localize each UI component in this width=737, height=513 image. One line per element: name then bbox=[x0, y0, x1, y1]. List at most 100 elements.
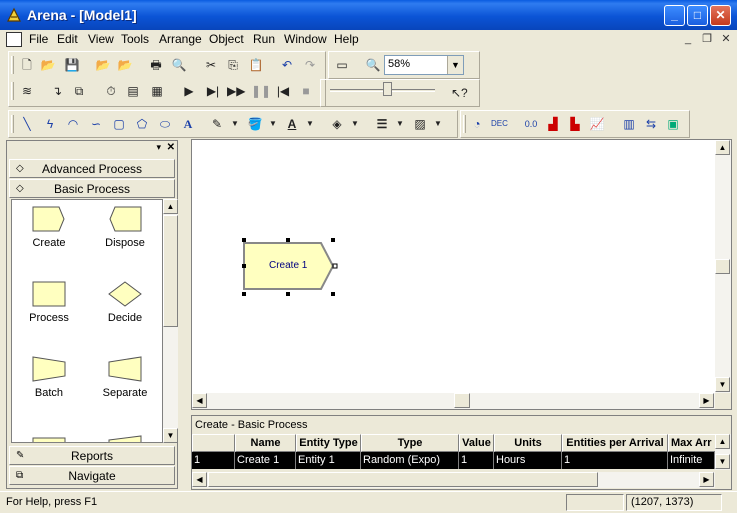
canvas-hscrollbar[interactable]: ◀ ▶ bbox=[192, 393, 715, 409]
column-header[interactable]: Type bbox=[361, 434, 459, 452]
table-cell[interactable]: 1 bbox=[192, 452, 235, 469]
mdi-minimize-button[interactable]: _ bbox=[680, 33, 696, 47]
chevron-down-icon[interactable]: ▼ bbox=[430, 116, 446, 132]
paste-icon[interactable]: 📋 bbox=[248, 57, 264, 73]
menu-help[interactable]: Help bbox=[334, 32, 359, 46]
connect-icon[interactable]: ↴ bbox=[49, 83, 65, 99]
layout-icon[interactable]: ▭ bbox=[334, 57, 350, 73]
scroll-left-icon[interactable]: ◀ bbox=[192, 472, 207, 487]
canvas-vscrollbar[interactable]: ▲ ▼ bbox=[715, 140, 731, 393]
station-icon[interactable]: ⇆ bbox=[643, 116, 659, 132]
panel-reports[interactable]: ✎ Reports bbox=[9, 446, 175, 465]
print-icon[interactable]: 🖶 bbox=[148, 57, 164, 73]
zoom-icon[interactable]: 🔍 bbox=[365, 57, 381, 73]
chevron-down-icon[interactable]: ▼ bbox=[347, 116, 363, 132]
table-cell[interactable]: 1 bbox=[459, 452, 494, 469]
column-header[interactable]: Units bbox=[494, 434, 562, 452]
menu-view[interactable]: View bbox=[88, 32, 114, 46]
close-button[interactable]: ✕ bbox=[710, 5, 731, 26]
minimize-button[interactable]: _ bbox=[664, 5, 685, 26]
variable-icon[interactable]: 0.0 bbox=[523, 116, 539, 132]
mdi-close-button[interactable]: ✕ bbox=[718, 33, 734, 47]
module-decide[interactable]: Decide bbox=[90, 281, 160, 324]
column-header[interactable]: Value bbox=[459, 434, 494, 452]
attach-icon[interactable]: 📂 bbox=[95, 57, 111, 73]
label-icon[interactable]: ▦ bbox=[149, 83, 165, 99]
scroll-up-icon[interactable]: ▲ bbox=[715, 434, 730, 449]
module-separate[interactable]: Separate bbox=[90, 356, 160, 399]
box-icon[interactable]: ▢ bbox=[111, 116, 127, 132]
scroll-left-icon[interactable]: ◀ bbox=[192, 393, 207, 408]
table-cell[interactable]: 1 bbox=[562, 452, 668, 469]
menu-object[interactable]: Object bbox=[209, 32, 244, 46]
mdi-restore-button[interactable]: ❐ bbox=[699, 33, 715, 47]
copy-icon[interactable]: ⎘ bbox=[225, 57, 241, 73]
fill-color-icon[interactable]: 🪣 bbox=[247, 116, 263, 132]
start-over-icon[interactable]: |◀ bbox=[275, 83, 291, 99]
plot-icon[interactable]: 📈 bbox=[589, 116, 605, 132]
zoom-select[interactable]: 58% ▼ bbox=[384, 55, 464, 75]
menu-window[interactable]: Window bbox=[284, 32, 327, 46]
layers-icon[interactable]: ≋ bbox=[19, 83, 35, 99]
scroll-right-icon[interactable]: ▶ bbox=[699, 472, 714, 487]
ellipse-icon[interactable]: ⬭ bbox=[157, 116, 173, 132]
scroll-thumb[interactable] bbox=[715, 259, 730, 274]
menu-arrange[interactable]: Arrange bbox=[159, 32, 202, 46]
table-cell[interactable]: Random (Expo) bbox=[361, 452, 459, 469]
chevron-down-icon[interactable]: ▾ bbox=[156, 142, 161, 153]
model-canvas[interactable]: Create 1 ▲ ▼ ◀ ▶ bbox=[191, 139, 732, 410]
step-icon[interactable]: ▶| bbox=[205, 83, 221, 99]
date-icon[interactable]: DEC bbox=[491, 116, 508, 132]
pause-icon[interactable]: ❚❚ bbox=[251, 83, 271, 99]
scroll-up-icon[interactable]: ▲ bbox=[163, 199, 178, 214]
table-cell[interactable]: Create 1 bbox=[235, 452, 296, 469]
line-icon[interactable]: ╲ bbox=[19, 116, 35, 132]
panel-basic-process[interactable]: ◇ Basic Process bbox=[9, 179, 175, 198]
module-record[interactable] bbox=[90, 430, 160, 442]
fast-forward-icon[interactable]: ▶▶ bbox=[227, 83, 245, 99]
menu-tools[interactable]: Tools bbox=[121, 32, 149, 46]
go-icon[interactable]: ▶ bbox=[181, 83, 197, 99]
scroll-down-icon[interactable]: ▼ bbox=[715, 454, 730, 469]
module-dispose[interactable]: Dispose bbox=[90, 206, 160, 249]
scroll-thumb[interactable] bbox=[163, 215, 178, 327]
module-assign[interactable] bbox=[14, 430, 84, 442]
polyline-icon[interactable]: ϟ bbox=[42, 116, 58, 132]
close-icon[interactable]: ✕ bbox=[167, 142, 175, 153]
table-cell[interactable]: Hours bbox=[494, 452, 562, 469]
scroll-thumb[interactable] bbox=[208, 472, 598, 487]
scroll-down-icon[interactable]: ▼ bbox=[715, 377, 730, 392]
line-width-icon[interactable]: ☰ bbox=[374, 116, 390, 132]
chevron-down-icon[interactable]: ▼ bbox=[447, 56, 463, 74]
new-file-icon[interactable]: 🗋 bbox=[19, 57, 35, 73]
level-icon[interactable]: ▟ bbox=[545, 116, 561, 132]
chevron-down-icon[interactable]: ▼ bbox=[227, 116, 243, 132]
chevron-down-icon[interactable]: ▼ bbox=[265, 116, 281, 132]
module-create[interactable]: Create bbox=[14, 206, 84, 249]
panel-navigate[interactable]: ⧉ Navigate bbox=[9, 466, 175, 485]
column-header[interactable]: Name bbox=[235, 434, 296, 452]
arc-icon[interactable]: ◠ bbox=[65, 116, 81, 132]
scroll-down-icon[interactable]: ▼ bbox=[163, 428, 178, 443]
scroll-thumb[interactable] bbox=[454, 393, 470, 408]
palette-scrollbar[interactable]: ▲ ▼ bbox=[163, 199, 178, 443]
column-header[interactable]: Entities per Arrival bbox=[562, 434, 668, 452]
menu-file[interactable]: File bbox=[29, 32, 48, 46]
table-cell[interactable]: Entity 1 bbox=[296, 452, 361, 469]
fill-pattern-icon[interactable]: ▨ bbox=[412, 116, 428, 132]
save-icon[interactable]: 💾 bbox=[64, 57, 80, 73]
speed-slider-thumb[interactable] bbox=[383, 82, 392, 96]
scroll-up-icon[interactable]: ▲ bbox=[715, 140, 730, 155]
context-help-icon[interactable]: ↖? bbox=[451, 85, 468, 101]
text-color-icon[interactable]: A bbox=[284, 116, 300, 132]
panel-advanced-process[interactable]: ◇ Advanced Process bbox=[9, 159, 175, 178]
table-cell[interactable]: Infinite bbox=[668, 452, 715, 469]
flowchart-icon[interactable]: ⧉ bbox=[71, 83, 87, 99]
background-color-icon[interactable]: ◈ bbox=[329, 116, 345, 132]
scroll-right-icon[interactable]: ▶ bbox=[699, 393, 714, 408]
column-header[interactable]: Entity Type bbox=[296, 434, 361, 452]
spreadsheet-hscrollbar[interactable]: ◀ ▶ bbox=[192, 472, 715, 488]
document-icon[interactable] bbox=[6, 32, 22, 47]
cut-icon[interactable]: ✂ bbox=[203, 57, 219, 73]
chevron-down-icon[interactable]: ▼ bbox=[392, 116, 408, 132]
